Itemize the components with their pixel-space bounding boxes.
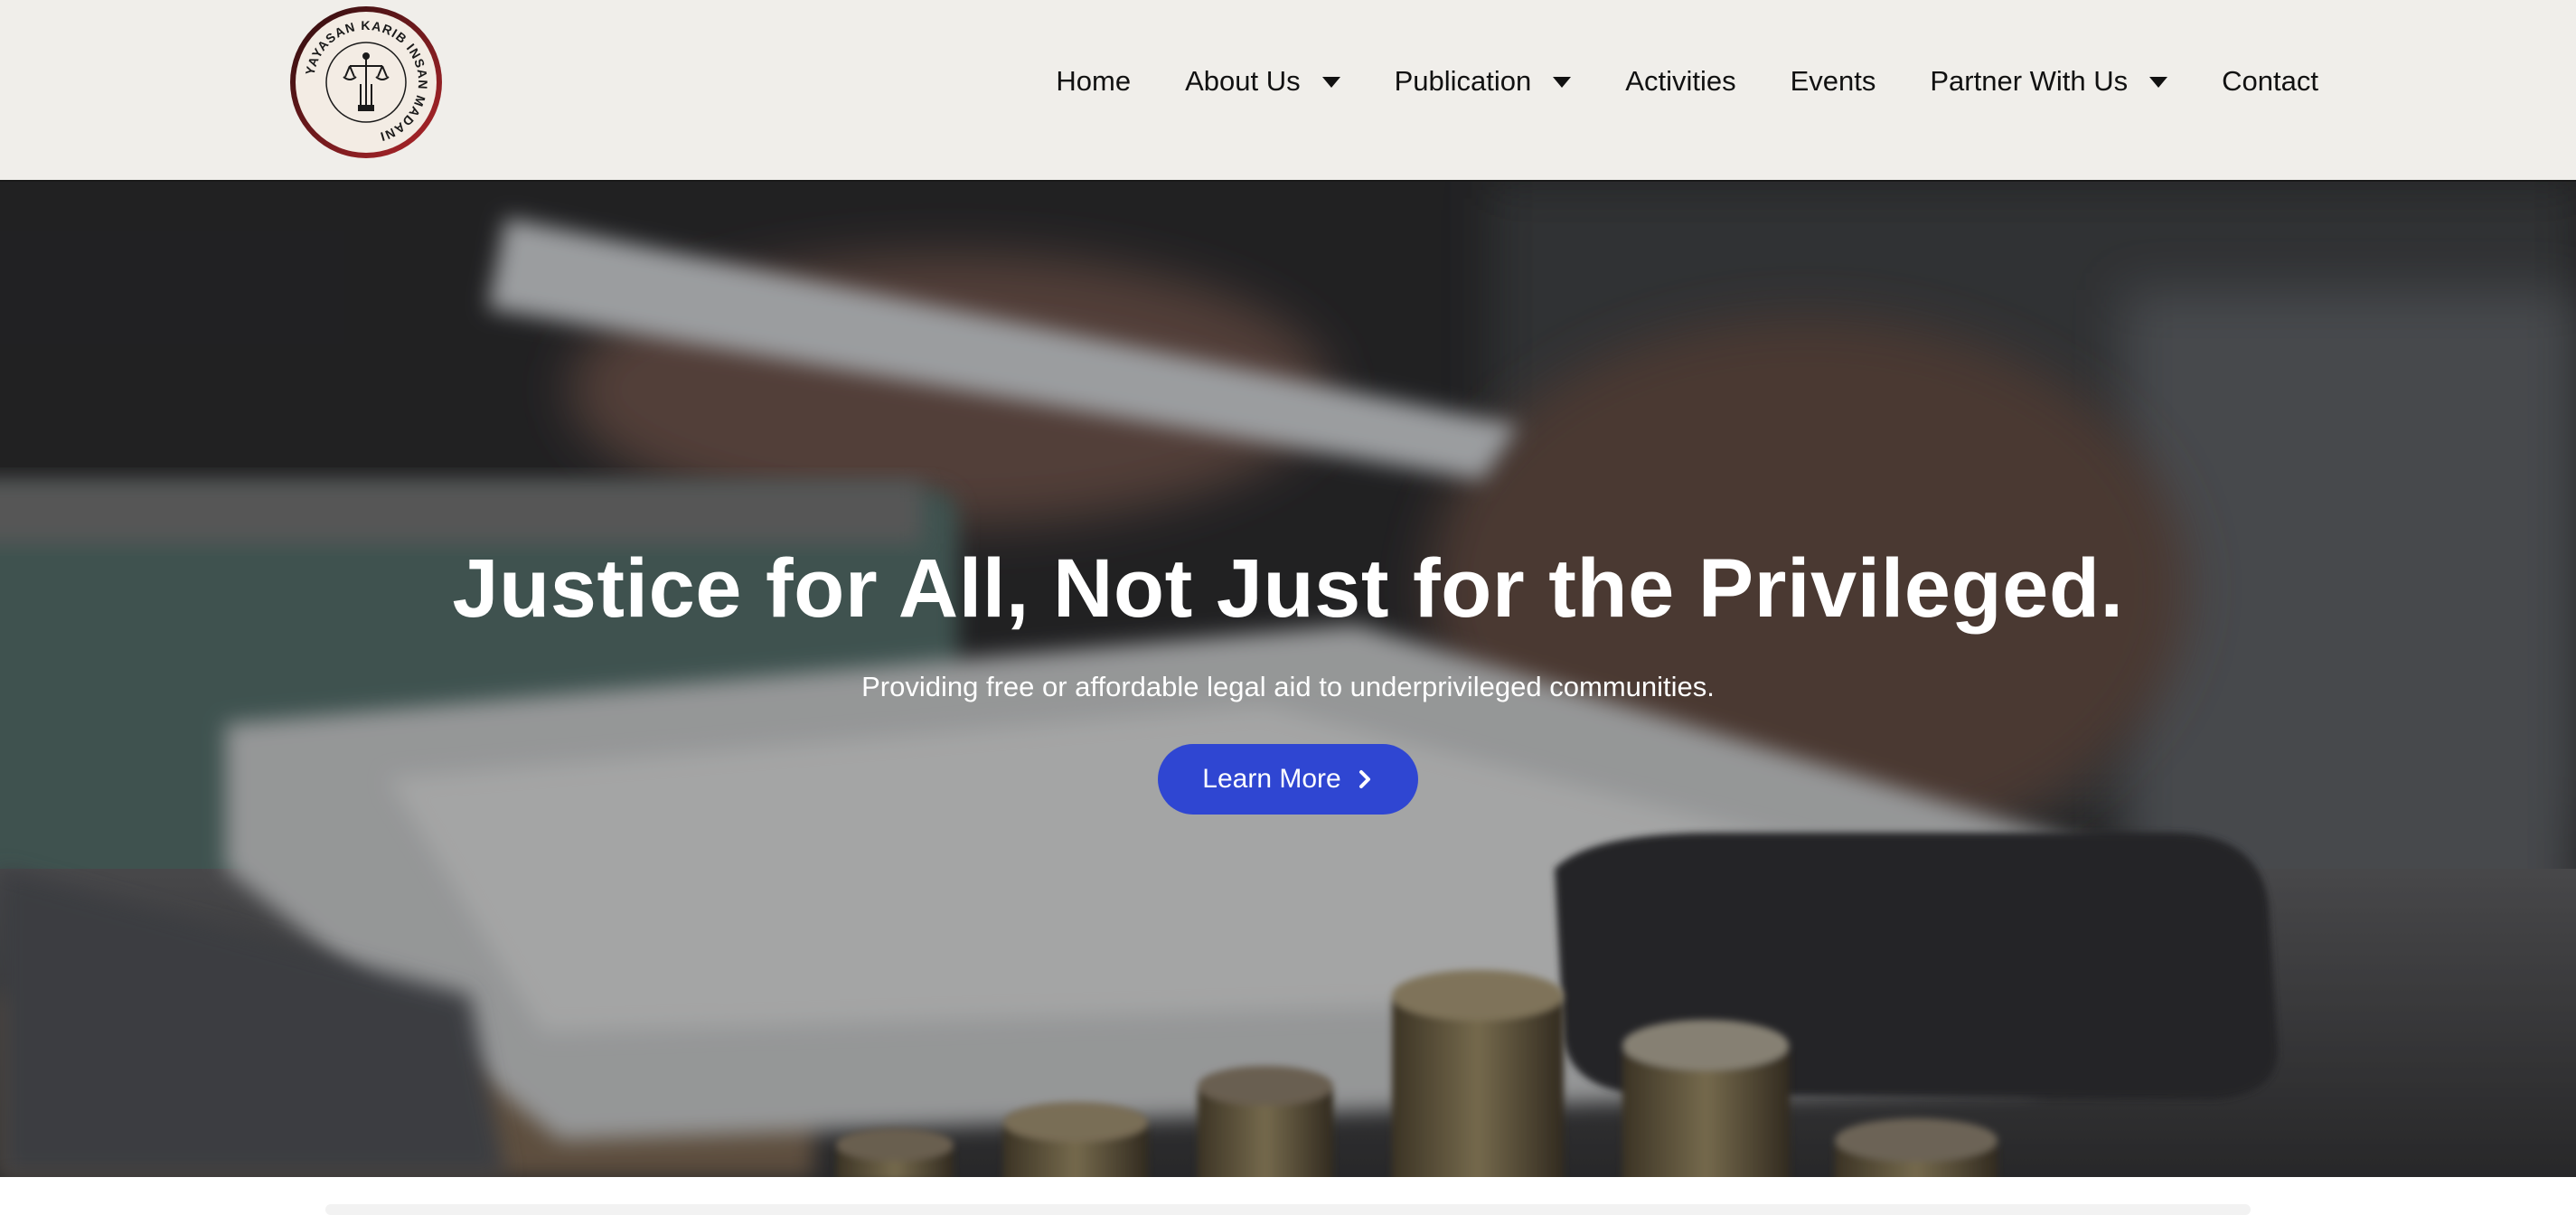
nav-item-activities[interactable]: Activities <box>1625 65 1735 98</box>
hero-title: Justice for All, Not Just for the Privil… <box>452 542 2124 635</box>
nav-item-label: About Us <box>1185 65 1301 97</box>
nav-item-label: Events <box>1790 65 1876 97</box>
nav-item-events[interactable]: Events <box>1791 65 1876 98</box>
nav-item-label: Activities <box>1625 65 1736 97</box>
nav-item-label: Home <box>1056 65 1132 97</box>
chevron-right-icon <box>1359 770 1370 788</box>
site-logo[interactable]: YAYASAN KARIB INSAN MADANI <box>288 5 444 160</box>
nav-item-label: Publication <box>1394 65 1532 97</box>
caret-down-icon[interactable] <box>1553 77 1572 88</box>
nav-item-contact[interactable]: Contact <box>2222 65 2318 98</box>
hero-section: Justice for All, Not Just for the Privil… <box>0 182 2576 1177</box>
nav-item-publication[interactable]: Publication <box>1395 65 1572 98</box>
nav-item-home[interactable]: Home <box>1056 65 1131 98</box>
learn-more-button[interactable]: Learn More <box>1158 744 1418 815</box>
nav-item-label: Partner With Us <box>1930 65 2129 97</box>
caret-down-icon[interactable] <box>1321 77 1340 88</box>
caret-down-icon[interactable] <box>2149 77 2168 88</box>
learn-more-label: Learn More <box>1202 764 1341 794</box>
below-hero-section <box>0 1177 2576 1215</box>
nav-item-label: Contact <box>2222 65 2318 97</box>
card-shadow <box>325 1204 2251 1215</box>
hero-subtitle: Providing free or affordable legal aid t… <box>861 671 1715 702</box>
main-nav: Home About Us Publication Activities Eve… <box>1056 0 2318 163</box>
nav-item-partner-with-us[interactable]: Partner With Us <box>1930 65 2168 98</box>
nav-item-about-us[interactable]: About Us <box>1185 65 1340 98</box>
site-header: YAYASAN KARIB INSAN MADANI Home About Us… <box>0 0 2576 182</box>
hero-content: Justice for All, Not Just for the Privil… <box>0 182 2576 1177</box>
